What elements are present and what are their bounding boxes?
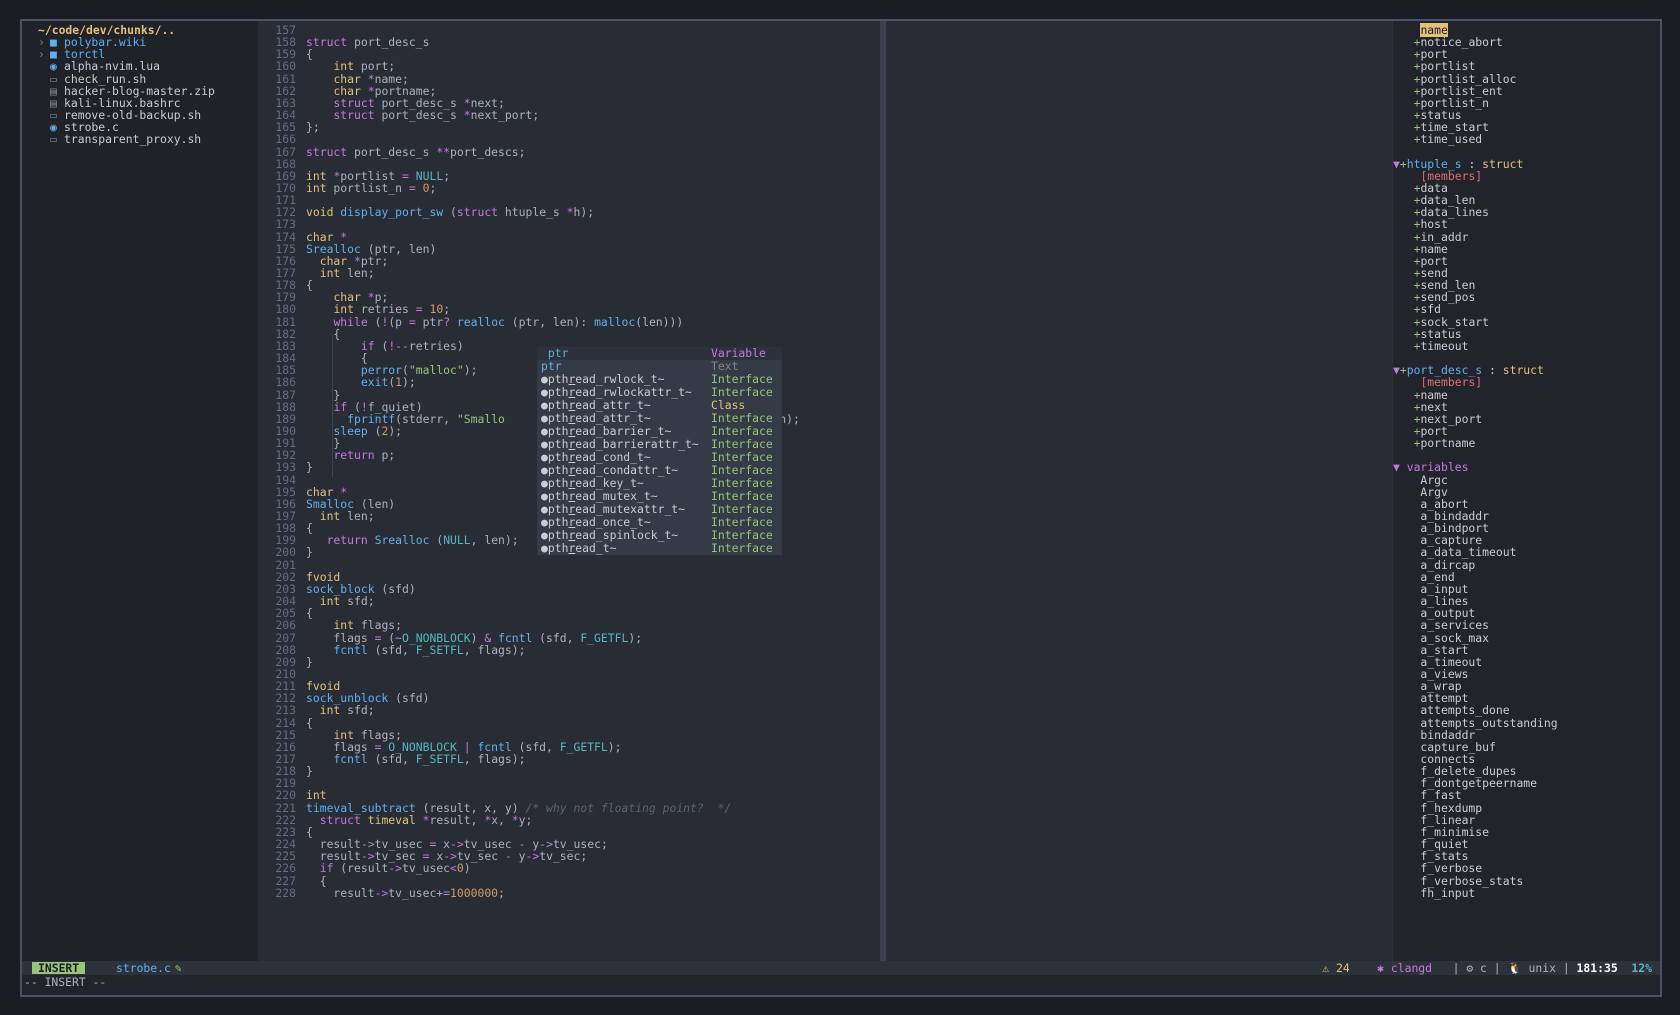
command-line[interactable]: -- INSERT -- — [24, 975, 106, 989]
outline-member[interactable]: +portname — [1393, 437, 1476, 450]
code-line[interactable]: fcntl (sfd, F_SETFL, flags); — [306, 753, 525, 766]
outline-member[interactable]: +timeout — [1393, 339, 1469, 353]
code-line[interactable]: if (result->tv_usec<0) — [306, 862, 471, 875]
code-line[interactable]: return p; — [306, 449, 395, 462]
code-line[interactable]: struct port_desc_s *next_port; — [306, 109, 539, 122]
code-line[interactable]: } — [306, 655, 313, 669]
code-line[interactable]: struct timeval *result, *x, *y; — [306, 813, 533, 827]
code-line[interactable]: struct port_desc_s — [306, 36, 429, 49]
completion-item-kind: Interface — [711, 541, 773, 555]
mode-indicator: INSERT — [32, 962, 86, 974]
code-line[interactable]: int sfd; — [306, 704, 375, 717]
line-number: 228 — [275, 885, 296, 900]
file-icon: ▭ — [50, 132, 57, 147]
symbols-outline[interactable]: name +notice_abort +port +portlist +port… — [1392, 21, 1660, 961]
completion-item[interactable]: ptr Variable — [537, 347, 782, 360]
warning-count: ⚠ 24 — [1322, 961, 1350, 975]
code-line[interactable]: struct port_desc_s **port_descs; — [306, 145, 525, 159]
outline-variable[interactable]: fh_input — [1393, 886, 1475, 900]
lsp-client: ✱ clangd — [1377, 961, 1433, 975]
file-format: 🐧 unix — [1507, 961, 1556, 975]
completion-item[interactable]: ●pthread_t~ Interface — [537, 542, 782, 555]
empty-editor-area[interactable] — [886, 21, 1392, 961]
file-tree-item[interactable]: ▭ remove-old-backup.sh — [38, 109, 201, 122]
statusline-right: ⚠ 24 ✱ clangd | ⚙ c | 🐧 unix | 181:35 12… — [1322, 961, 1652, 975]
terminal-window: ~/code/dev/chunks/.. › ■ polybar.wiki › ■ tor… — [20, 19, 1662, 997]
statusline-filename: strobe.c ✎ — [116, 961, 182, 975]
code-line[interactable]: } — [306, 765, 313, 778]
code-line[interactable]: int portlist_n = 0; — [306, 181, 436, 195]
code-line[interactable]: } — [306, 461, 313, 474]
chevron-right-icon: › — [38, 47, 45, 62]
modified-icon: ✎ — [174, 961, 182, 975]
outline-member[interactable]: +time_used — [1393, 133, 1483, 146]
file-explorer[interactable]: ~/code/dev/chunks/.. › ■ polybar.wiki › ■ tor… — [22, 21, 258, 961]
statusline: INSERT strobe.c ✎ ⚠ 24 ✱ clangd | ⚙ c | 🐧… — [22, 961, 1660, 975]
code-line[interactable]: void display_port_sw (struct htuple_s *h… — [306, 206, 594, 219]
code-line[interactable]: return Srealloc (NULL, len); — [306, 534, 519, 547]
scroll-percent: 12% — [1631, 961, 1652, 975]
code-line[interactable]: int len; — [306, 510, 375, 523]
code-line[interactable]: }; — [306, 121, 320, 134]
code-line[interactable]: } — [306, 546, 313, 559]
code-line[interactable]: int sfd; — [306, 595, 375, 608]
code-line[interactable]: fcntl (sfd, F_SETFL, flags); — [306, 643, 525, 657]
completion-popup[interactable]: ptr Variable ptr Text ●pthread_rwlock_t~ Inte… — [537, 347, 782, 555]
file-tree-item-name: transparent_proxy.sh — [64, 132, 202, 147]
code-line[interactable]: result->tv_usec+=1000000; — [306, 886, 504, 900]
file-tree-item[interactable]: ▭ transparent_proxy.sh — [38, 133, 201, 146]
line-number-gutter: 157 158 159 160 161 162 163 164 165 166 167 168 169 1… — [258, 21, 302, 961]
cursor-position: 181:35 — [1576, 961, 1618, 975]
filetype: ⚙ c — [1466, 961, 1487, 975]
completion-item-word: ●pthread_t~ — [541, 541, 617, 555]
code-line[interactable]: int len; — [306, 267, 375, 280]
code-line[interactable]: while (!(p = ptr? realloc (ptr, len): ma… — [306, 315, 683, 329]
